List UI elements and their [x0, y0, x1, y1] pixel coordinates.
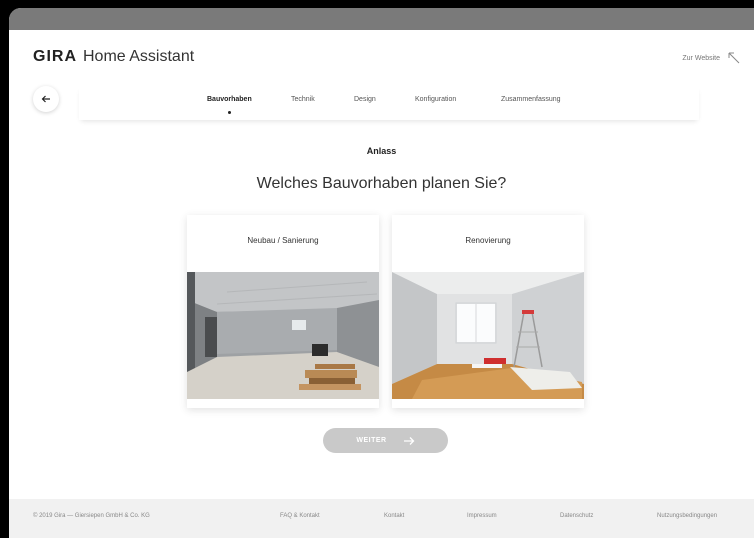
- option-card-neubau[interactable]: Neubau / Sanierung: [187, 215, 379, 408]
- step-zusammenfassung[interactable]: Zusammenfassung: [501, 96, 561, 103]
- step-bauvorhaben[interactable]: Bauvorhaben: [207, 96, 252, 103]
- footer-link-datenschutz[interactable]: Datenschutz: [560, 513, 593, 519]
- option-title: Renovierung: [465, 236, 511, 245]
- device-top-bar: [9, 8, 754, 30]
- footer-link-faq[interactable]: FAQ & Kontakt: [280, 513, 320, 519]
- back-button[interactable]: [33, 86, 59, 112]
- header: GIRA Home Assistant Zur Website: [9, 30, 754, 80]
- brand[interactable]: GIRA Home Assistant: [33, 48, 194, 66]
- footer: © 2019 Gira — Giersiepen GmbH & Co. KG F…: [9, 499, 754, 538]
- step-design[interactable]: Design: [354, 96, 376, 103]
- device-screen: GIRA Home Assistant Zur Website Bauvorhab…: [9, 8, 754, 538]
- active-step-indicator: [228, 111, 231, 114]
- renovated-room-photo: [392, 272, 584, 399]
- construction-room-photo: [187, 272, 379, 399]
- website-link-label: Zur Website: [682, 54, 720, 62]
- step-navigation: Bauvorhaben Technik Design Konfiguration…: [79, 86, 699, 120]
- arrow-left-icon: [41, 95, 50, 103]
- next-button-label: WEITER: [356, 437, 387, 444]
- gira-logo: GIRA: [33, 48, 77, 65]
- question-heading: Welches Bauvorhaben planen Sie?: [256, 175, 507, 192]
- footer-link-impressum[interactable]: Impressum: [467, 513, 497, 519]
- website-link[interactable]: Zur Website: [682, 52, 740, 64]
- footer-link-kontakt[interactable]: Kontakt: [384, 513, 404, 519]
- app-name: Home Assistant: [83, 48, 195, 65]
- next-button[interactable]: WEITER: [323, 428, 448, 453]
- option-title: Neubau / Sanierung: [247, 236, 319, 245]
- footer-copyright: © 2019 Gira — Giersiepen GmbH & Co. KG: [33, 513, 150, 519]
- option-card-renovierung[interactable]: Renovierung: [392, 215, 584, 408]
- section-label: Anlass: [366, 146, 397, 156]
- step-konfiguration[interactable]: Konfiguration: [415, 96, 456, 103]
- footer-link-nutzungsbedingungen[interactable]: Nutzungsbedingungen: [657, 513, 717, 519]
- arrow-right-icon: [403, 436, 415, 445]
- arrow-up-left-icon: [728, 52, 740, 64]
- step-technik[interactable]: Technik: [291, 96, 315, 103]
